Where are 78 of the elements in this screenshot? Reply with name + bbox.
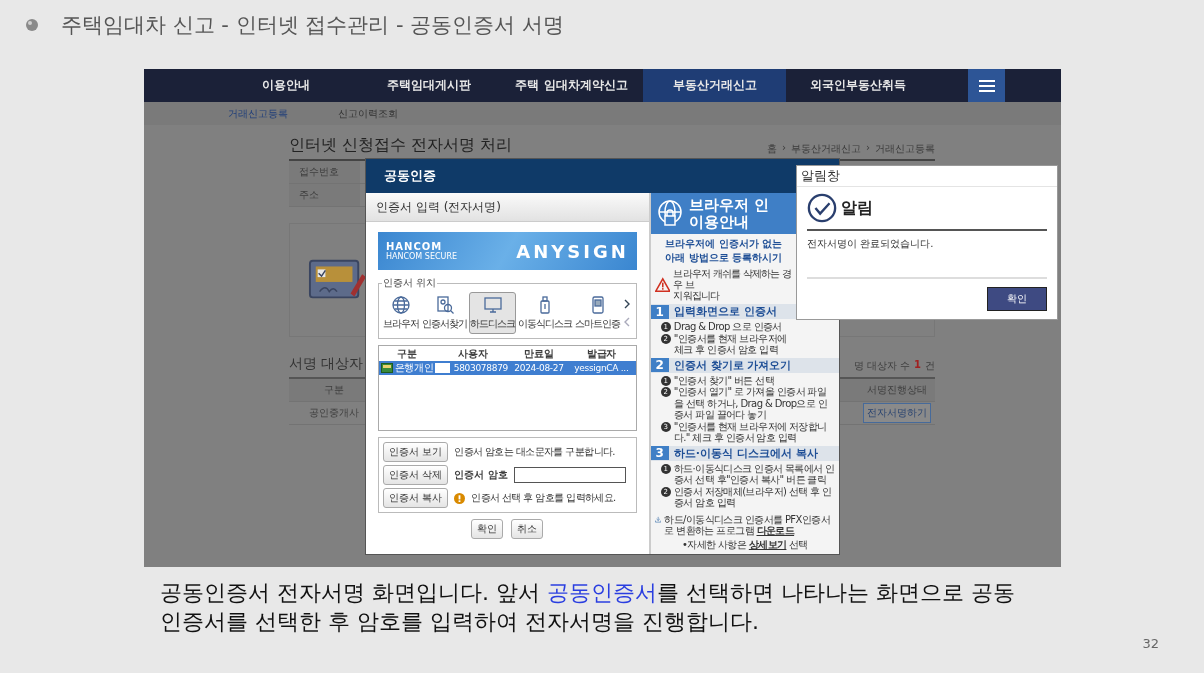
nav-tab[interactable]: 주택임대게시판 xyxy=(357,69,500,102)
location-option[interactable]: 스마트인증 xyxy=(574,292,621,334)
document-search-icon xyxy=(434,295,455,315)
table-cell: 은행개인 xyxy=(394,361,434,375)
breadcrumb-separator: › xyxy=(782,142,786,155)
globe-icon xyxy=(391,295,411,315)
column-header: 서명진행상태 xyxy=(858,379,935,402)
column-header: 사용자 xyxy=(457,346,489,361)
count-unit: 건 xyxy=(925,359,935,373)
check-icon xyxy=(807,193,837,223)
location-option[interactable]: 하드디스크 xyxy=(469,292,516,334)
page-heading: 인터넷 신청접수 전자서명 처리 xyxy=(289,135,513,156)
cancel-button[interactable]: 취소 xyxy=(511,519,544,539)
details-text: •자세한 사항은 상세보기 선택 xyxy=(681,538,808,550)
column-header: 구분 xyxy=(396,346,418,361)
hint-text: 인증서 선택 후 암호를 입력하세요. xyxy=(471,491,616,505)
password-field[interactable] xyxy=(513,467,626,483)
brand-name: ANYSIGN xyxy=(516,240,629,262)
alert-message: 전자서명이 완료되었습니다. xyxy=(807,237,1047,279)
slide-title: 주택임대차 신고 - 인터넷 접수관리 - 공동인증서 서명 xyxy=(61,12,564,39)
step-text: 하드·이동식디스크 인증서 목록에서 인증서 선택 후"인증서 복사" 버튼 클릭 xyxy=(673,462,835,486)
section-title: 서명 대상자 xyxy=(289,355,364,373)
guide-title: 브라우저 인 xyxy=(688,197,770,214)
caption-text: 공동인증서 전자서명 화면입니다. 앞서 공동인증서를 선택하면 나타나는 화면으로 공동 인증서를 선택한 후 암호를 입력하여 전자서명을 진행합니다. xyxy=(160,579,1016,636)
hint-text: 인증서 암호는 대소문자를 구분합니다. xyxy=(454,445,615,459)
warning-text: 지워집니다 xyxy=(673,290,721,301)
download-link[interactable]: 다운로드 xyxy=(756,525,795,536)
caption-link[interactable]: 공동인증서 xyxy=(546,580,657,605)
column-header: 만료일 xyxy=(523,346,555,361)
intro-text: 아래 방법으로 등록하시기 xyxy=(664,251,784,265)
bullet-icon xyxy=(25,18,39,32)
menu-icon xyxy=(978,79,995,92)
column-header: 발급자 xyxy=(585,346,617,361)
step-text: "인증서를 현재 브라우저에 체크 후 인증서 암호 입력 xyxy=(673,332,788,356)
location-option[interactable]: 브라우저 xyxy=(382,292,420,334)
nav-tab[interactable]: 이용안내 xyxy=(214,69,357,102)
confirm-button[interactable]: 확인 xyxy=(471,519,504,539)
intro-text: 브라우저에 인증서가 없는 xyxy=(664,237,784,251)
table-cell: 5803078879 xyxy=(453,363,508,373)
guide-title: 이용안내 xyxy=(688,213,750,230)
warning-icon xyxy=(654,276,671,293)
warning-text: 브라우저 캐쉬를 삭제하는 경우 브 xyxy=(673,268,792,290)
page-number: 32 xyxy=(1142,636,1159,652)
panel-title: 인증서 입력 (전자서명) xyxy=(366,193,649,222)
ok-button[interactable]: 확인 xyxy=(987,287,1047,311)
details-link[interactable]: 상세보기 xyxy=(748,538,787,550)
delete-certificate-button[interactable]: 인증서 삭제 xyxy=(383,465,449,485)
certificate-icon xyxy=(380,363,393,373)
copy-certificate-button[interactable]: 인증서 복사 xyxy=(383,488,449,508)
section-title: 인증서 찾기로 가져오기 xyxy=(672,357,792,373)
alert-heading: 알림 xyxy=(841,197,873,219)
download-text: 하드/이동식디스크 인증서를 PFX인증서로 변환하는 프로그램 다운로드 xyxy=(664,513,831,537)
nav-tab[interactable]: 부동산거래신고 xyxy=(643,69,786,102)
count-value: 1 xyxy=(914,359,921,372)
menu-button[interactable] xyxy=(968,69,1005,102)
warning-icon xyxy=(454,492,466,504)
location-option[interactable]: 인증서찾기 xyxy=(421,292,468,334)
certificate-row[interactable]: 은행개인 5803078879 2024-08-27 yessignCA ... xyxy=(379,361,636,375)
logo-subtitle: HANCOM SECURE xyxy=(386,252,457,261)
nav-tab[interactable]: 외국인부동산취득 xyxy=(786,69,929,102)
location-option[interactable]: 이동식디스크 xyxy=(517,292,573,334)
group-legend: 인증서 위치 xyxy=(382,276,438,290)
view-certificate-button[interactable]: 인증서 보기 xyxy=(383,442,449,462)
section-title: 입력화면으로 인증서 xyxy=(672,304,777,319)
step-text: Drag & Drop 으로 인증서 xyxy=(673,321,782,333)
step-text: "인증서를 현재 브라우저에 저장합니다." 체크 후 인증서 암호 입력 xyxy=(673,420,828,444)
window-title: 알림창 xyxy=(797,166,1057,187)
step-text: "인증서 열기" 로 가져올 인증서 파일을 선택 하거나, Drag & Drop으로 인증서 파일 끌어다 놓기 xyxy=(673,386,829,421)
nav-tab[interactable]: 주택 임대차계약신고 xyxy=(500,69,643,102)
logo-text: HANCOM xyxy=(386,241,444,252)
breadcrumb-separator: › xyxy=(866,142,870,155)
step-text: 인증서 저장매체(브라우저) 선택 후 인증서 암호 입력 xyxy=(673,485,833,509)
step-text: "인증서 찾기" 버튼 선택 xyxy=(673,374,775,386)
table-cell-text: 2024-08-27 xyxy=(513,363,565,373)
table-cell-text: yessignCA ... xyxy=(573,363,630,373)
section-title: 하드·이동식 디스크에서 복사 xyxy=(672,445,818,461)
password-label: 인증서 암호 xyxy=(454,468,508,482)
monitor-icon xyxy=(482,295,503,315)
